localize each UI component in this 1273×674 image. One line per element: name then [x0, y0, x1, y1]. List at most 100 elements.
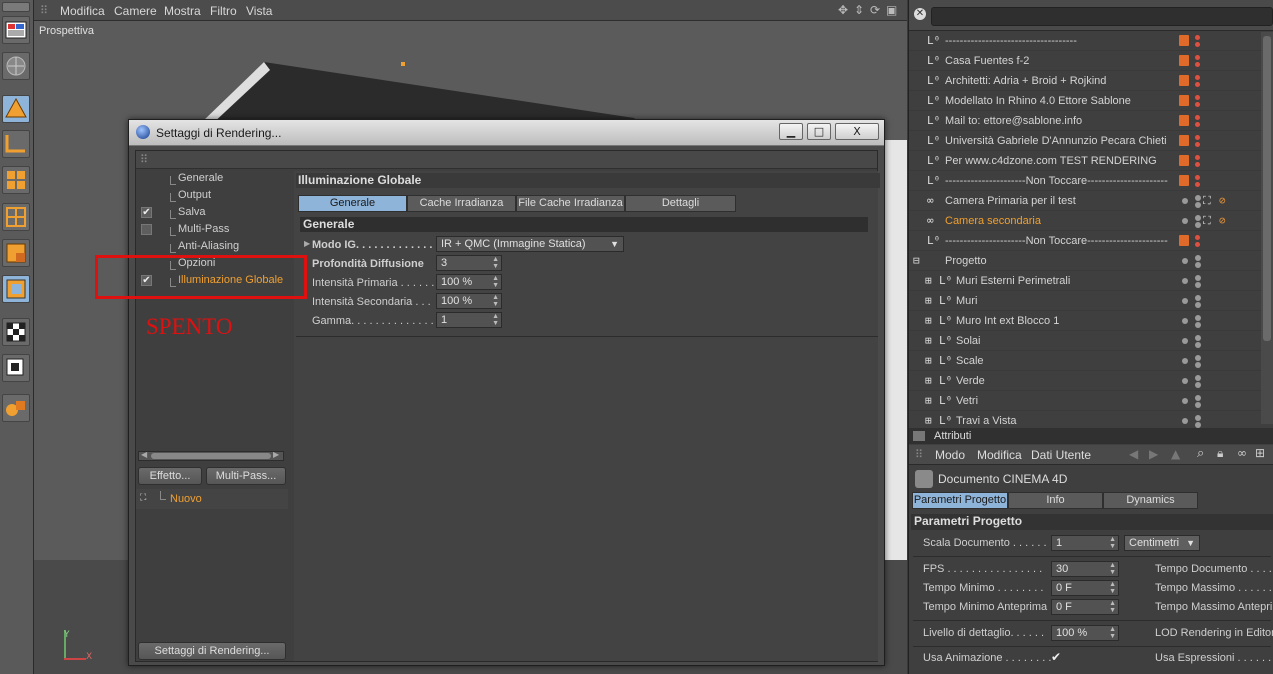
- render-visibility-dot[interactable]: [1195, 362, 1201, 368]
- state-dot[interactable]: [1182, 198, 1188, 204]
- menu-dati-utente[interactable]: Dati Utente: [1031, 448, 1091, 462]
- render-visibility-dot[interactable]: [1195, 242, 1200, 247]
- maximize-button[interactable]: □: [807, 123, 831, 140]
- toolbar-tab[interactable]: [2, 2, 30, 12]
- use-animation-checkbox[interactable]: ✔: [1051, 650, 1061, 664]
- spinner-icon[interactable]: ▲ ▼: [1109, 536, 1116, 550]
- state-dot[interactable]: [1182, 298, 1188, 304]
- layout-icon[interactable]: [2, 16, 30, 44]
- mode-select[interactable]: IR + QMC (Immagine Statica) ▼: [436, 236, 624, 252]
- render-visibility-dot[interactable]: [1195, 102, 1200, 107]
- object-row[interactable]: ⊟ Progetto: [909, 251, 1261, 271]
- object-row[interactable]: L⁰ ⊞ Travi a Vista: [909, 411, 1261, 428]
- editor-visibility-dot[interactable]: [1195, 115, 1200, 120]
- object-row[interactable]: L⁰ ----------------------Non Toccare-----…: [909, 231, 1261, 251]
- menu-vista[interactable]: Vista: [246, 4, 272, 18]
- layer-color-icon[interactable]: [1179, 155, 1189, 166]
- editor-visibility-dot[interactable]: [1195, 155, 1200, 160]
- spinner-icon[interactable]: ▲ ▼: [1109, 581, 1116, 595]
- tree-item-salva[interactable]: Salva: [178, 206, 206, 218]
- forward-arrow-icon[interactable]: ▶: [1149, 447, 1158, 461]
- render-visibility-dot[interactable]: [1195, 82, 1200, 87]
- tree-item-anti-aliasing[interactable]: Anti-Aliasing: [178, 240, 239, 252]
- menu-modo[interactable]: Modo: [935, 448, 965, 462]
- checkbox-salva[interactable]: ✔: [141, 207, 152, 218]
- render-settings-footer-button[interactable]: Settaggi di Rendering...: [138, 642, 286, 660]
- object-row[interactable]: L⁰ Casa Fuentes f-2: [909, 51, 1261, 71]
- state-dot[interactable]: [1182, 358, 1188, 364]
- object-row[interactable]: ∞ Camera secondaria ⛶ ⊘: [909, 211, 1261, 231]
- render-visibility-dot[interactable]: [1195, 62, 1200, 67]
- min-preview-field[interactable]: 0 F ▲ ▼: [1051, 599, 1119, 615]
- spinner-icon[interactable]: ▲ ▼: [1109, 626, 1116, 640]
- move-view-icon[interactable]: ✥: [838, 3, 848, 17]
- editor-visibility-dot[interactable]: [1195, 395, 1201, 401]
- render-visibility-dot[interactable]: [1195, 202, 1201, 208]
- editor-visibility-dot[interactable]: [1195, 335, 1201, 341]
- layer-color-icon[interactable]: [1179, 115, 1189, 126]
- tree-horizontal-scrollbar[interactable]: ◀ ▶: [138, 450, 284, 461]
- multipass-button[interactable]: Multi-Pass...: [206, 467, 286, 485]
- lock-icon[interactable]: 🔒︎: [1217, 446, 1223, 461]
- min-time-field[interactable]: 0 F ▲ ▼: [1051, 580, 1119, 596]
- layer-color-icon[interactable]: [1179, 175, 1189, 186]
- render-view-icon[interactable]: [2, 318, 30, 346]
- tree-item-multipass[interactable]: Multi-Pass: [178, 223, 229, 235]
- state-dot[interactable]: [1182, 318, 1188, 324]
- object-row[interactable]: L⁰ ----------------------Non Toccare-----…: [909, 171, 1261, 191]
- expand-arrow-icon[interactable]: ▶: [304, 239, 310, 248]
- up-arrow-icon[interactable]: ▲: [1171, 447, 1180, 461]
- object-list-scrollbar[interactable]: [1261, 32, 1273, 424]
- model-tool-icon[interactable]: [2, 95, 30, 123]
- state-dot[interactable]: [1182, 418, 1188, 424]
- close-button[interactable]: X: [835, 123, 879, 140]
- menu-modifica[interactable]: Modifica: [977, 448, 1022, 462]
- effect-button[interactable]: Effetto...: [138, 467, 202, 485]
- editor-visibility-dot[interactable]: [1195, 275, 1201, 281]
- editor-visibility-dot[interactable]: [1195, 375, 1201, 381]
- points-tool-icon[interactable]: [2, 166, 30, 194]
- unit-select[interactable]: Centimetri ▼: [1124, 535, 1200, 551]
- editor-visibility-dot[interactable]: [1195, 75, 1200, 80]
- spinner-icon[interactable]: ▲ ▼: [1109, 562, 1116, 576]
- render-visibility-dot[interactable]: [1195, 42, 1200, 47]
- tree-item-generale[interactable]: Generale: [178, 172, 223, 184]
- menu-filtro[interactable]: Filtro: [210, 4, 237, 18]
- tab-cache-irradianza[interactable]: Cache Irradianza: [407, 195, 516, 212]
- protection-tag-icon[interactable]: ⊘: [1219, 194, 1226, 207]
- scroll-left-icon[interactable]: ◀: [141, 450, 147, 459]
- expand-icon[interactable]: ⊞: [925, 274, 932, 287]
- object-row[interactable]: L⁰ Università Gabriele D'Annunzio Pecara …: [909, 131, 1261, 151]
- render-visibility-dot[interactable]: [1195, 302, 1201, 308]
- polygons-tool-icon[interactable]: [2, 239, 30, 267]
- menu-modifica[interactable]: Modifica: [60, 4, 105, 18]
- object-row[interactable]: L⁰ ⊞ Muri: [909, 291, 1261, 311]
- checkbox-multipass[interactable]: [141, 224, 152, 235]
- render-picture-icon[interactable]: [2, 354, 30, 382]
- render-visibility-dot[interactable]: [1195, 382, 1201, 388]
- tab-dettagli[interactable]: Dettagli: [625, 195, 736, 212]
- rotate-view-icon[interactable]: ⟳: [870, 3, 880, 17]
- editor-visibility-dot[interactable]: [1195, 355, 1201, 361]
- expand-icon[interactable]: ⊞: [925, 394, 932, 407]
- editor-visibility-dot[interactable]: [1195, 55, 1200, 60]
- editor-visibility-dot[interactable]: [1195, 415, 1201, 421]
- expand-icon[interactable]: ⊞: [925, 334, 932, 347]
- spinner-icon[interactable]: ▲ ▼: [1109, 600, 1116, 614]
- maximize-view-icon[interactable]: ▣: [886, 3, 897, 17]
- link-icon[interactable]: ∞: [1237, 446, 1247, 460]
- state-dot[interactable]: [1182, 398, 1188, 404]
- scroll-thumb[interactable]: [151, 453, 271, 459]
- object-row[interactable]: L⁰ ------------------------------------: [909, 31, 1261, 51]
- editor-visibility-dot[interactable]: [1195, 175, 1200, 180]
- tab-parametri-progetto[interactable]: Parametri Progetto: [912, 492, 1008, 509]
- depth-field[interactable]: 3 ▲ ▼: [436, 255, 502, 271]
- state-dot[interactable]: [1182, 278, 1188, 284]
- editor-visibility-dot[interactable]: [1195, 295, 1201, 301]
- render-visibility-dot[interactable]: [1195, 322, 1201, 328]
- object-row[interactable]: L⁰ ⊞ Solai: [909, 331, 1261, 351]
- state-dot[interactable]: [1182, 218, 1188, 224]
- add-panel-icon[interactable]: ⊞: [1255, 446, 1265, 460]
- layer-color-icon[interactable]: [1179, 55, 1189, 66]
- editor-visibility-dot[interactable]: [1195, 255, 1201, 261]
